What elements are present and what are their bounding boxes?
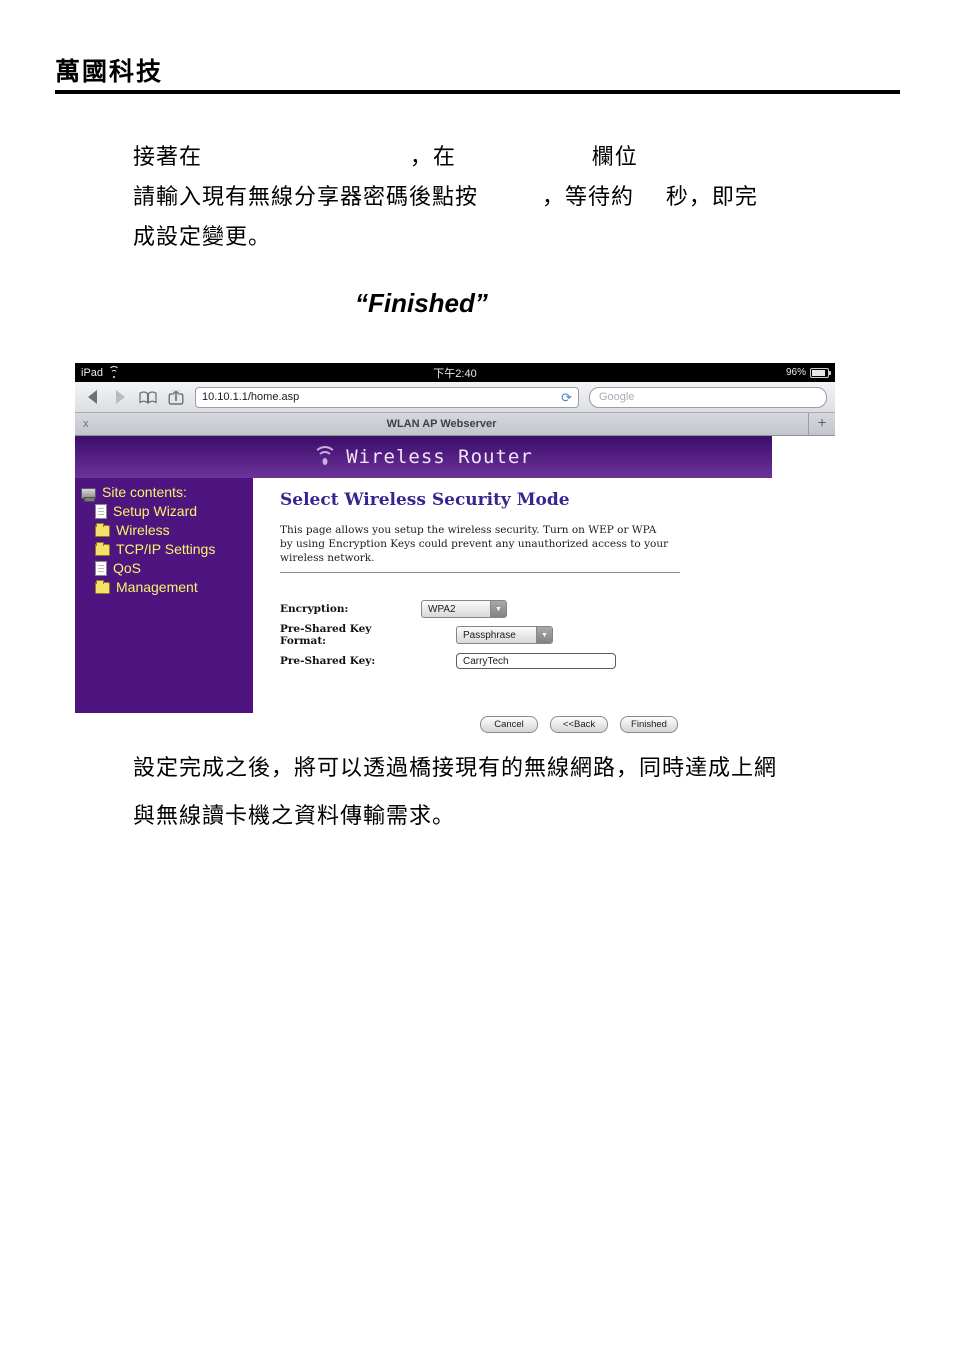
close-icon[interactable]: x: [83, 418, 89, 430]
router-banner: Wireless Router: [75, 436, 772, 478]
wifi-signal-icon: [313, 446, 338, 468]
url-text: 10.10.1.1/home.asp: [202, 391, 300, 403]
sidebar-item-wireless[interactable]: Wireless: [95, 521, 253, 539]
new-tab-button[interactable]: +: [809, 413, 835, 435]
sidebar-item-setup-wizard[interactable]: Setup Wizard: [95, 502, 253, 520]
back-button[interactable]: <<Back: [550, 716, 608, 733]
browser-toolbar: 10.10.1.1/home.asp ⟳ Google: [75, 382, 835, 413]
ipad-status-bar: iPad 下午2:40 96%: [75, 363, 835, 382]
sidebar-item-label: TCP/IP Settings: [116, 541, 216, 557]
router-banner-title: Wireless Router: [346, 446, 533, 468]
battery-icon: [810, 367, 831, 378]
instruction-paragraph-top: 接著在 ，在 欄位 請輸入現有無線分享器密碼後點按 ，等待約 秒，即完 成設定變…: [133, 145, 758, 250]
sidebar-item-management[interactable]: Management: [95, 578, 253, 596]
folder-icon: [95, 580, 110, 594]
site-contents-sidebar: Site contents: Setup Wizard Wireless TCP…: [75, 478, 253, 713]
psk-input[interactable]: CarryTech: [456, 653, 616, 669]
status-right-group: 96%: [785, 367, 831, 378]
encryption-select[interactable]: WPA2 ▼: [421, 600, 507, 618]
book-icon[interactable]: [139, 388, 157, 406]
sidebar-root: Site contents:: [81, 483, 253, 502]
status-clock: 下午2:40: [433, 367, 477, 380]
battery-percent-label: 96%: [785, 367, 806, 378]
folder-icon: [95, 542, 110, 556]
chevron-down-icon[interactable]: ▼: [536, 627, 552, 643]
security-form: Encryption: WPA2 ▼ Pre-Shared Key Format…: [280, 596, 780, 733]
psk-format-label: Pre-Shared Key Format:: [280, 623, 372, 647]
search-input[interactable]: Google: [589, 386, 827, 408]
instruction-paragraph-bottom: 設定完成之後，將可以透過橋接現有的無線網路，同時達成上網 與無線讀卡機之資料傳輸…: [133, 756, 778, 829]
search-placeholder: Google: [599, 391, 635, 403]
share-icon[interactable]: [167, 388, 185, 406]
main-content: Select Wireless Security Mode This page …: [280, 490, 780, 733]
form-row-encryption: Encryption: WPA2 ▼: [280, 596, 780, 622]
content-divider: [280, 572, 680, 573]
browser-tab[interactable]: x WLAN AP Webserver: [75, 413, 809, 435]
sidebar-root-label: Site contents:: [102, 484, 187, 500]
cancel-button[interactable]: Cancel: [480, 716, 538, 733]
header-divider: [55, 89, 900, 94]
psk-format-value: Passphrase: [463, 629, 516, 641]
router-admin-page: Wireless Router Site contents: Setup Wiz…: [75, 436, 835, 734]
finished-button[interactable]: Finished: [620, 716, 678, 733]
browser-tab-bar: x WLAN AP Webserver +: [75, 413, 835, 436]
sidebar-item-tcpip-settings[interactable]: TCP/IP Settings: [95, 540, 253, 558]
page-icon: [95, 503, 107, 519]
form-button-row: Cancel <<Back Finished: [480, 716, 780, 733]
sidebar-item-label: Management: [116, 579, 198, 595]
page-description: This page allows you setup the wireless …: [280, 524, 669, 564]
finished-caption: “Finished”: [355, 288, 488, 318]
document-header: 萬國科技: [55, 58, 900, 94]
tab-title: WLAN AP Webserver: [386, 418, 497, 430]
psk-value: CarryTech: [463, 655, 509, 667]
page-icon: [95, 560, 107, 576]
sidebar-item-label: Wireless: [116, 522, 170, 538]
back-arrow-icon[interactable]: [83, 388, 101, 406]
forward-arrow-icon[interactable]: [111, 388, 129, 406]
form-row-psk-format: Pre-Shared Key Format: Passphrase ▼: [280, 622, 780, 648]
computer-icon: [81, 487, 96, 502]
sidebar-item-qos[interactable]: QoS: [95, 559, 253, 577]
sidebar-item-label: Setup Wizard: [113, 503, 198, 519]
folder-icon: [95, 523, 110, 537]
form-row-psk: Pre-Shared Key: CarryTech: [280, 648, 780, 674]
psk-label: Pre-Shared Key:: [280, 655, 376, 667]
reload-icon[interactable]: ⟳: [561, 391, 572, 404]
embedded-screenshot: iPad 下午2:40 96% 10.10.1.1/home.asp ⟳ Goo…: [75, 363, 835, 734]
sidebar-item-label: QoS: [113, 560, 142, 576]
page-title: Select Wireless Security Mode: [280, 490, 570, 510]
url-bar[interactable]: 10.10.1.1/home.asp ⟳: [195, 386, 579, 408]
company-name: 萬國科技: [55, 57, 164, 86]
chevron-down-icon[interactable]: ▼: [490, 601, 506, 617]
encryption-value: WPA2: [428, 603, 456, 615]
psk-format-select[interactable]: Passphrase ▼: [456, 626, 553, 644]
encryption-label: Encryption:: [280, 603, 349, 615]
